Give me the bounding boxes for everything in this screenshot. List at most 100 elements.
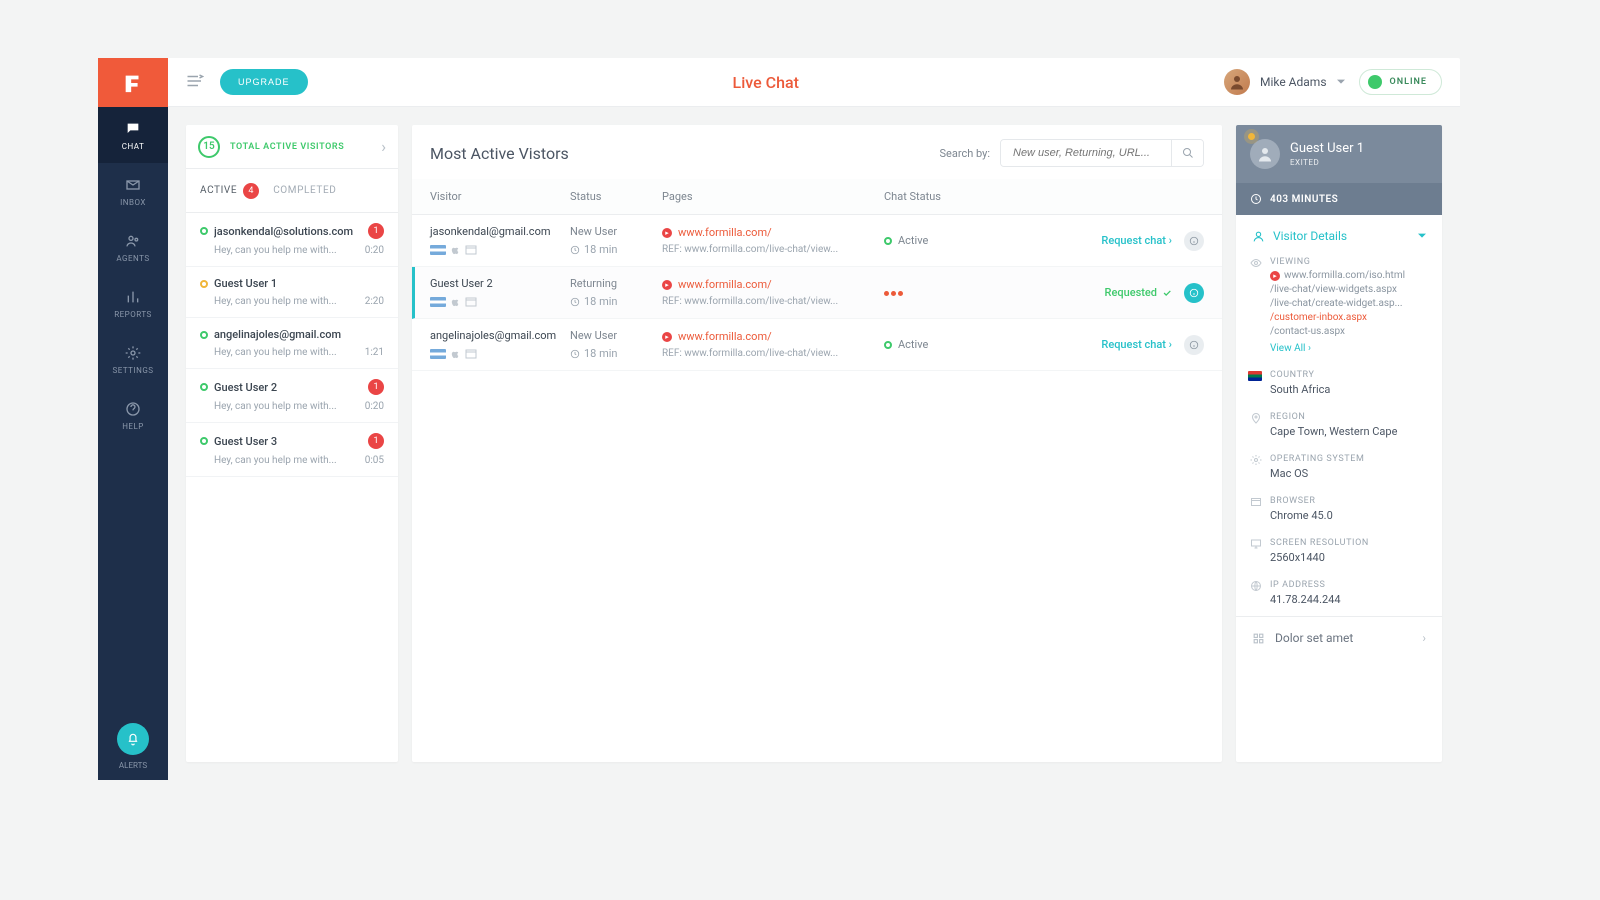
visitor-url[interactable]: ▸www.formilla.com/ — [662, 226, 884, 239]
nav-agents[interactable]: AGENTS — [98, 219, 168, 275]
request-chat-link[interactable]: Request chat › — [1101, 234, 1172, 247]
conversation-time: 0:20 — [365, 245, 384, 256]
viewing-page[interactable]: /live-chat/view-widgets.aspx — [1270, 284, 1426, 295]
link-dot-icon: ▸ — [662, 280, 672, 290]
flag-za-icon — [1248, 371, 1262, 381]
status-dot-icon — [200, 227, 208, 235]
details-section-toggle[interactable]: Visitor Details — [1236, 215, 1442, 251]
conversation-preview: Hey, can you help me with... — [214, 401, 359, 412]
th-visitor: Visitor — [430, 190, 570, 203]
user-menu[interactable]: Mike Adams — [1224, 69, 1345, 95]
flag-ar-icon — [430, 297, 446, 307]
table-row[interactable]: Guest User 2 Returning 18 min ▸www.formi… — [412, 267, 1222, 319]
conversation-tabs: ACTIVE 4 COMPLETED — [186, 169, 398, 213]
total-visitors-toggle[interactable]: 15 TOTAL ACTIVE VISITORS › — [186, 125, 398, 169]
info-button[interactable] — [1184, 231, 1204, 251]
user-name-label: Mike Adams — [1260, 75, 1327, 89]
session-timer: 403 MINUTES — [1236, 183, 1442, 215]
conversation-item[interactable]: jasonkendal@solutions.com 1 Hey, can you… — [186, 213, 398, 267]
visitor-url[interactable]: ▸www.formilla.com/ — [662, 278, 884, 291]
chevron-down-icon — [1418, 232, 1426, 240]
browser-block: BROWSER Chrome 45.0 — [1236, 490, 1442, 532]
inbox-icon — [125, 177, 141, 193]
viewing-page[interactable]: /live-chat/create-widget.asp... — [1270, 298, 1426, 309]
ip-label: IP ADDRESS — [1270, 580, 1426, 590]
th-chat: Chat Status — [884, 190, 1004, 203]
conversation-item[interactable]: Guest User 3 1 Hey, can you help me with… — [186, 423, 398, 477]
link-dot-icon: ▸ — [662, 332, 672, 342]
nav-alerts[interactable]: ALERTS — [98, 723, 168, 780]
menu-toggle-icon[interactable] — [186, 73, 204, 92]
os-label: OPERATING SYSTEM — [1270, 454, 1426, 464]
viewing-page-active[interactable]: /customer-inbox.aspx — [1270, 312, 1426, 323]
th-status: Status — [570, 190, 662, 203]
upgrade-button[interactable]: UPGRADE — [220, 69, 308, 95]
collapsed-section[interactable]: Dolor set amet › — [1236, 616, 1442, 659]
info-button[interactable] — [1184, 283, 1204, 303]
visitor-name: Guest User 1 — [1290, 141, 1364, 156]
eye-icon — [1250, 257, 1262, 269]
viewing-page[interactable]: ▸www.formilla.com/iso.html — [1270, 270, 1426, 281]
os-value: Mac OS — [1270, 467, 1426, 480]
region-value: Cape Town, Western Cape — [1270, 425, 1426, 438]
nav-inbox[interactable]: INBOX — [98, 163, 168, 219]
requested-label: Requested — [1105, 286, 1172, 299]
viewing-page[interactable]: /contact-us.aspx — [1270, 326, 1426, 337]
conversation-item[interactable]: Guest User 1 Hey, can you help me with..… — [186, 267, 398, 318]
conversation-time: 1:21 — [365, 347, 384, 358]
chat-status-label: Active — [898, 338, 928, 351]
notification-dot — [1248, 133, 1255, 140]
brand-logo[interactable] — [98, 58, 168, 107]
chevron-right-icon: › — [1422, 631, 1426, 645]
nav-help[interactable]: HELP — [98, 387, 168, 443]
visitor-status: Returning — [570, 277, 662, 290]
country-block: COUNTRY South Africa — [1236, 364, 1442, 406]
visitor-url[interactable]: ▸www.formilla.com/ — [662, 330, 884, 343]
user-icon — [1252, 230, 1265, 243]
status-dot — [1368, 75, 1382, 89]
settings-icon — [125, 345, 141, 361]
view-all-link[interactable]: View All › — [1270, 343, 1426, 354]
topbar: UPGRADE Live Chat Mike Adams ONLINE — [168, 58, 1460, 107]
table-row[interactable]: angelinajoles@gmail.com New User 18 min … — [412, 319, 1222, 371]
table-row[interactable]: jasonkendal@gmail.com New User 18 min ▸w… — [412, 215, 1222, 267]
visitor-email: angelinajoles@gmail.com — [430, 329, 570, 342]
conversation-list: jasonkendal@solutions.com 1 Hey, can you… — [186, 213, 398, 477]
screen-block: SCREEN RESOLUTION 2560x1440 — [1236, 532, 1442, 574]
conversation-name: Guest User 3 — [214, 435, 362, 448]
nav-reports[interactable]: REPORTS — [98, 275, 168, 331]
sidebar: CHAT INBOX AGENTS REPORTS SETTINGS HELP … — [98, 58, 168, 780]
conversation-item[interactable]: Guest User 2 1 Hey, can you help me with… — [186, 369, 398, 423]
request-chat-link[interactable]: Request chat › — [1101, 338, 1172, 351]
chat-status-label: Active — [898, 234, 928, 247]
nav-settings[interactable]: SETTINGS — [98, 331, 168, 387]
info-button[interactable] — [1184, 335, 1204, 355]
conversation-item[interactable]: angelinajoles@gmail.com Hey, can you hel… — [186, 318, 398, 369]
flag-ar-icon — [430, 349, 446, 359]
status-dot-icon — [200, 280, 208, 288]
tab-active[interactable]: ACTIVE 4 — [200, 183, 259, 199]
search-input[interactable] — [1001, 140, 1171, 166]
apple-icon — [450, 296, 461, 308]
conversation-preview: Hey, can you help me with... — [214, 245, 359, 256]
visitors-title: Most Active Vistors — [430, 144, 569, 163]
clock-icon — [570, 297, 580, 307]
monitor-icon — [1250, 538, 1262, 550]
total-label: TOTAL ACTIVE VISITORS — [230, 142, 371, 152]
nav-chat[interactable]: CHAT — [98, 107, 168, 163]
total-count: 15 — [198, 136, 220, 158]
nav-chat-label: CHAT — [122, 142, 144, 151]
conversation-preview: Hey, can you help me with... — [214, 455, 359, 466]
typing-indicator — [884, 286, 905, 299]
screen-label: SCREEN RESOLUTION — [1270, 538, 1426, 548]
chevron-down-icon — [1337, 78, 1345, 86]
conversation-time: 0:05 — [365, 455, 384, 466]
tab-completed[interactable]: COMPLETED — [273, 185, 336, 196]
region-label: REGION — [1270, 412, 1426, 422]
search-button[interactable] — [1171, 140, 1203, 166]
online-status[interactable]: ONLINE — [1359, 69, 1442, 95]
browser-label: BROWSER — [1270, 496, 1426, 506]
unread-badge: 1 — [368, 433, 384, 449]
nav-help-label: HELP — [122, 422, 144, 431]
grid-icon — [1252, 632, 1265, 645]
